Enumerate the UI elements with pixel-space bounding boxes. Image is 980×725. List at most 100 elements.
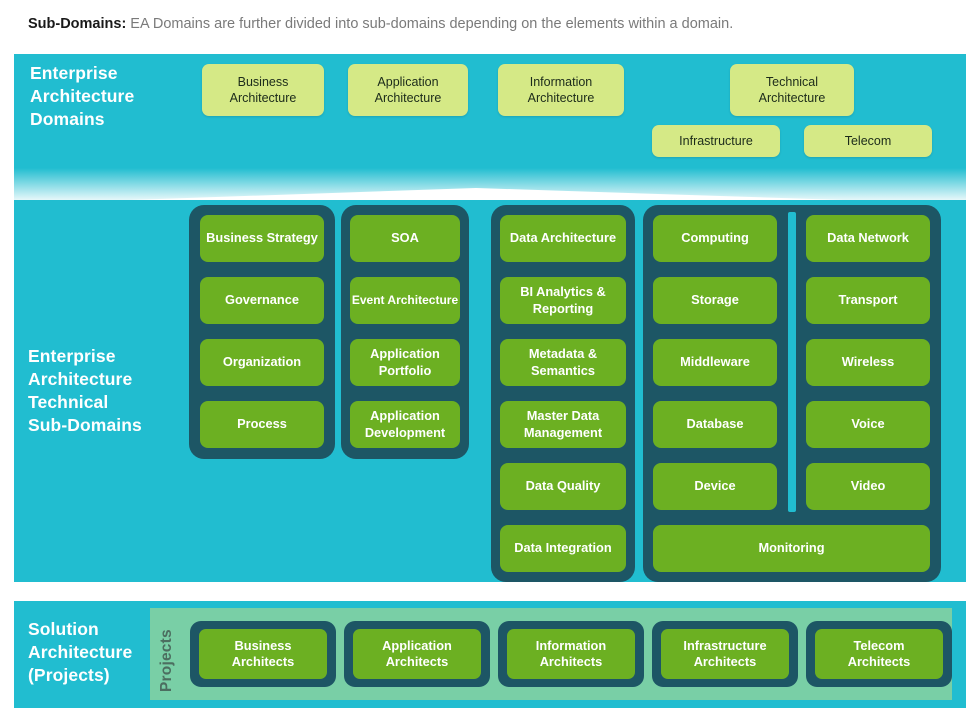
domain-chip-technical-architecture[interactable]: Technical Architecture — [730, 64, 854, 116]
arch-line: Application — [382, 638, 452, 654]
chip-line: Telecom — [845, 133, 892, 149]
sd-line: BI Analytics & — [520, 284, 606, 300]
subdomain-soa[interactable]: SOA — [350, 215, 460, 262]
ea-domains-title: Enterprise Architecture Domains — [30, 62, 190, 131]
sd-line: SOA — [391, 230, 419, 246]
arch-line: Architects — [382, 654, 452, 670]
solution-title-line: (Projects) — [28, 664, 168, 687]
sd-line: Data Integration — [514, 540, 611, 556]
subdomain-governance[interactable]: Governance — [200, 277, 324, 324]
arch-line: Architects — [848, 654, 911, 670]
sd-line: Business Strategy — [206, 230, 318, 246]
arch-line: Information — [536, 638, 606, 654]
sd-line: Application — [370, 346, 440, 362]
chip-line: Infrastructure — [679, 133, 753, 149]
chip-line: Information — [528, 74, 595, 90]
sd-line: Storage — [691, 292, 739, 308]
arch-line: Infrastructure — [683, 638, 766, 654]
arch-line: Architects — [536, 654, 606, 670]
sd-line: Application — [365, 408, 445, 424]
domain-chip-telecom[interactable]: Telecom — [804, 125, 932, 157]
arch-line: Telecom — [848, 638, 911, 654]
solution-architecture-title: Solution Architecture (Projects) — [28, 618, 168, 687]
architect-information[interactable]: Information Architects — [507, 629, 635, 679]
architect-infrastructure[interactable]: Infrastructure Architects — [661, 629, 789, 679]
subdomain-master-data-management[interactable]: Master Data Management — [500, 401, 626, 448]
caption-rest: EA Domains are further divided into sub-… — [126, 16, 733, 32]
ea-subdomains-title: Enterprise Architecture Technical Sub-Do… — [28, 345, 198, 437]
subdomain-metadata-semantics[interactable]: Metadata & Semantics — [500, 339, 626, 386]
subdomain-computing[interactable]: Computing — [653, 215, 777, 262]
domain-chip-infrastructure[interactable]: Infrastructure — [652, 125, 780, 157]
ea-subdomains-title-line: Sub-Domains — [28, 414, 198, 437]
section-connector — [0, 168, 980, 204]
ea-domains-title-line: Architecture — [30, 85, 190, 108]
ea-subdomains-title-line: Enterprise — [28, 345, 198, 368]
domain-chip-business-architecture[interactable]: Business Architecture — [202, 64, 324, 116]
subdomain-wireless[interactable]: Wireless — [806, 339, 930, 386]
sd-line: Transport — [838, 292, 897, 308]
subdomain-process[interactable]: Process — [200, 401, 324, 448]
subdomain-data-architecture[interactable]: Data Architecture — [500, 215, 626, 262]
architect-telecom[interactable]: Telecom Architects — [815, 629, 943, 679]
architect-application[interactable]: Application Architects — [353, 629, 481, 679]
sd-line: Wireless — [842, 354, 895, 370]
sd-line: Portfolio — [370, 363, 440, 379]
architect-business[interactable]: Business Architects — [199, 629, 327, 679]
group-divider — [788, 212, 796, 512]
subdomain-business-strategy[interactable]: Business Strategy — [200, 215, 324, 262]
subdomain-device[interactable]: Device — [653, 463, 777, 510]
chip-line: Application — [375, 74, 442, 90]
sd-line: Master Data — [524, 408, 602, 424]
subdomain-data-integration[interactable]: Data Integration — [500, 525, 626, 572]
sd-line: Data Network — [827, 230, 909, 246]
subdomain-data-network[interactable]: Data Network — [806, 215, 930, 262]
ea-domains-title-line: Enterprise — [30, 62, 190, 85]
sd-line: Data Architecture — [510, 230, 616, 246]
ea-subdomains-title-line: Architecture — [28, 368, 198, 391]
subdomain-application-development[interactable]: Application Development — [350, 401, 460, 448]
sd-line: Governance — [225, 292, 299, 308]
caption-lead: Sub-Domains: — [28, 16, 126, 32]
subdomain-organization[interactable]: Organization — [200, 339, 324, 386]
sd-line: Device — [694, 478, 735, 494]
sd-line: Video — [851, 478, 886, 494]
domain-chip-information-architecture[interactable]: Information Architecture — [498, 64, 624, 116]
projects-band-label: Projects — [158, 616, 176, 692]
solution-title-line: Solution — [28, 618, 168, 641]
arch-line: Architects — [683, 654, 766, 670]
chip-line: Architecture — [230, 90, 297, 106]
subdomain-video[interactable]: Video — [806, 463, 930, 510]
subdomain-transport[interactable]: Transport — [806, 277, 930, 324]
subdomain-voice[interactable]: Voice — [806, 401, 930, 448]
subdomain-middleware[interactable]: Middleware — [653, 339, 777, 386]
ea-domains-title-line: Domains — [30, 108, 190, 131]
sd-line: Semantics — [529, 363, 597, 379]
subdomain-data-quality[interactable]: Data Quality — [500, 463, 626, 510]
subdomain-application-portfolio[interactable]: Application Portfolio — [350, 339, 460, 386]
sd-line: Process — [237, 416, 287, 432]
ea-subdomains-title-line: Technical — [28, 391, 198, 414]
sd-line: Monitoring — [758, 540, 824, 556]
sd-line: Event Architecture — [352, 293, 458, 308]
sd-line: Voice — [851, 416, 884, 432]
sd-line: Database — [687, 416, 744, 432]
chip-line: Business — [230, 74, 297, 90]
subdomain-event-architecture[interactable]: Event Architecture — [350, 277, 460, 324]
arch-line: Architects — [232, 654, 295, 670]
sd-line: Reporting — [520, 301, 606, 317]
subdomain-database[interactable]: Database — [653, 401, 777, 448]
chip-line: Technical — [759, 74, 826, 90]
chip-line: Architecture — [375, 90, 442, 106]
sd-line: Organization — [223, 354, 301, 370]
chip-line: Architecture — [528, 90, 595, 106]
chip-line: Architecture — [759, 90, 826, 106]
domain-chip-application-architecture[interactable]: Application Architecture — [348, 64, 468, 116]
sd-line: Computing — [681, 230, 749, 246]
page-caption: Sub-Domains: EA Domains are further divi… — [28, 16, 733, 32]
subdomain-storage[interactable]: Storage — [653, 277, 777, 324]
subdomain-monitoring[interactable]: Monitoring — [653, 525, 930, 572]
sd-line: Data Quality — [526, 478, 601, 494]
sd-line: Metadata & — [529, 346, 597, 362]
subdomain-bi-analytics-reporting[interactable]: BI Analytics & Reporting — [500, 277, 626, 324]
